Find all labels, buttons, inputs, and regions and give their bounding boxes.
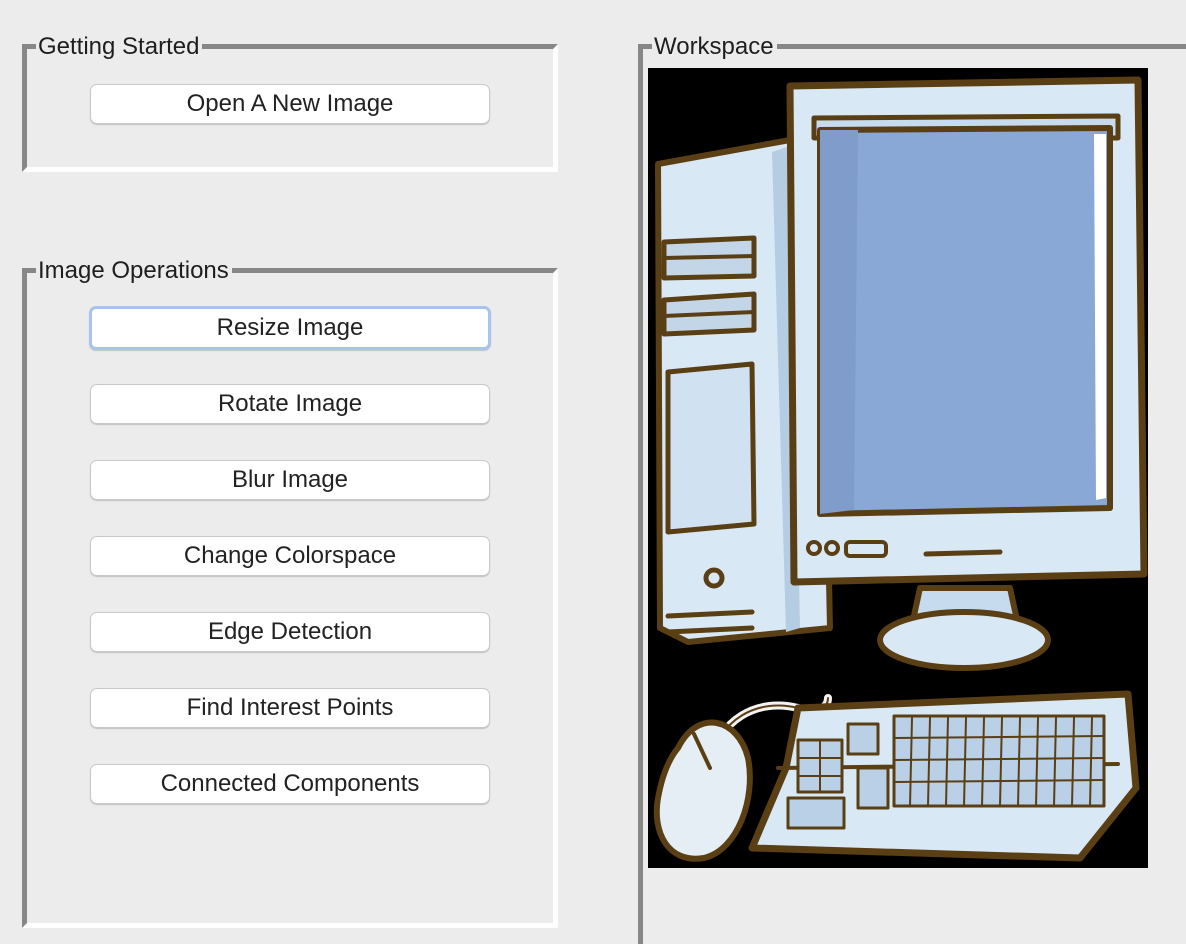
blur-image-button[interactable]: Blur Image <box>90 460 490 500</box>
open-new-image-button[interactable]: Open A New Image <box>90 84 490 124</box>
image-operations-panel <box>22 268 558 928</box>
computer-illustration <box>653 76 1148 862</box>
resize-image-button[interactable]: Resize Image <box>89 306 491 350</box>
workspace-image <box>648 68 1148 868</box>
workspace-title: Workspace <box>652 33 777 61</box>
find-interest-points-button[interactable]: Find Interest Points <box>90 688 490 728</box>
edge-detection-button[interactable]: Edge Detection <box>90 612 490 652</box>
rotate-image-button[interactable]: Rotate Image <box>90 384 490 424</box>
image-operations-title: Image Operations <box>36 257 232 285</box>
getting-started-title: Getting Started <box>36 33 203 61</box>
connected-components-button[interactable]: Connected Components <box>90 764 490 804</box>
change-colorspace-button[interactable]: Change Colorspace <box>90 536 490 576</box>
